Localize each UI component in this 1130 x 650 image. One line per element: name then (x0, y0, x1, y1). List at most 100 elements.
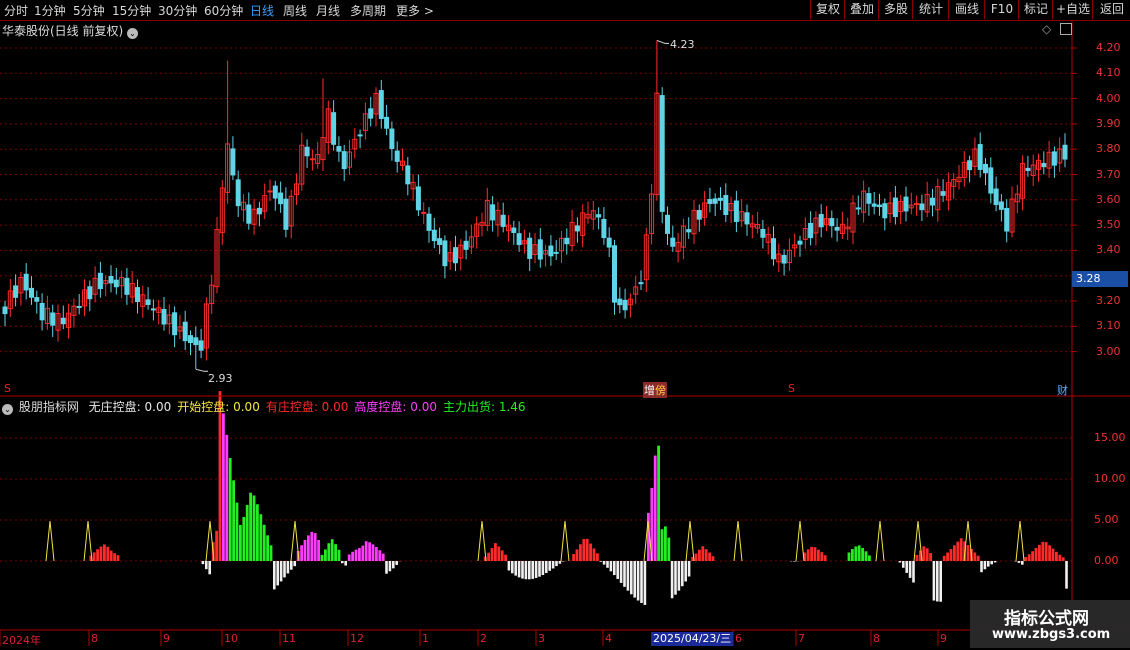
indicator-bar (704, 549, 708, 561)
indicator-bar (806, 549, 810, 561)
indicator-bar-negative (344, 561, 347, 566)
candle-body (696, 210, 702, 220)
indicator-bar (949, 548, 953, 561)
kline-chart-canvas[interactable] (0, 0, 1130, 650)
indicator-bar-negative (517, 561, 521, 578)
candle-body (283, 198, 289, 230)
indicator-bar-negative (514, 561, 517, 576)
price-tick-label: 3.40 (1096, 243, 1121, 257)
event-marker-s1[interactable]: S (4, 382, 11, 395)
indicator-bar-negative (286, 561, 290, 574)
indicator-bar-negative (341, 561, 344, 564)
candle-body (744, 212, 750, 225)
indicator-bar-negative (388, 561, 392, 572)
high-pointer (656, 39, 669, 44)
candle-body (230, 148, 236, 176)
start-control-spike (795, 520, 805, 562)
diamond-icon[interactable]: ◇ (1042, 22, 1051, 36)
indicator-bar-negative (681, 561, 684, 587)
candle-body (50, 312, 56, 326)
indicator-bar-negative (793, 561, 796, 562)
candle-body (818, 214, 824, 228)
indicator-bar (667, 537, 671, 561)
indicator-bar-negative (684, 561, 687, 582)
indicator-bar-negative (276, 561, 279, 586)
watermark-url: www.zbgs3.com (992, 627, 1111, 642)
indicator-bar (966, 545, 970, 561)
indicator-bar (317, 539, 320, 561)
indicator-bar (239, 524, 242, 561)
chevron-down-icon[interactable]: ⌄ (2, 404, 13, 415)
candle-body (23, 273, 29, 291)
indicator-bar-negative (674, 561, 677, 595)
date-label: 8 (91, 632, 98, 645)
event-marker-finance[interactable]: 财 (1057, 382, 1068, 398)
candle-body (378, 90, 384, 119)
indicator-tick-label: 10.00 (1094, 472, 1126, 485)
indicator-bar (381, 553, 385, 561)
date-label: 7 (798, 632, 805, 645)
candle-body (490, 204, 496, 221)
indicator-bar-negative (633, 561, 636, 598)
date-label: 9 (940, 632, 947, 645)
indicator-bar-negative (677, 561, 681, 591)
candle-body (977, 144, 983, 170)
cursor-date-tag: 2025/04/23/三 (651, 632, 734, 646)
indicator-bar-negative (987, 561, 990, 567)
indicator-bar (313, 533, 317, 561)
candle-body (267, 190, 273, 193)
indicator-bar (956, 541, 960, 561)
indicator-value-3: 高度控盘: 0.00 (354, 400, 437, 414)
chart-title: 华泰股份(日线 前复权) ⌄ (2, 22, 139, 39)
indicator-bar-negative (208, 561, 211, 575)
indicator-bar (711, 556, 715, 561)
indicator-bar (303, 539, 307, 561)
candle-body (357, 134, 363, 137)
indicator-bar (487, 552, 490, 561)
candle-body (235, 179, 241, 207)
candle-body (437, 238, 443, 245)
price-tick-label: 3.00 (1096, 344, 1121, 358)
event-marker-s2[interactable]: S (788, 382, 795, 395)
candle-body (866, 193, 872, 204)
indicator-bar-negative (636, 561, 640, 601)
indicator-bar (946, 552, 949, 561)
candle-body (516, 233, 522, 246)
candle-body (29, 287, 34, 298)
indicator-bar (851, 549, 854, 561)
indicator-bar-negative (623, 561, 626, 587)
candle-body (723, 195, 729, 216)
candle-body (2, 306, 8, 315)
indicator-value-0: 无庄控盘: 0.00 (88, 400, 172, 414)
candle-body (1004, 207, 1010, 232)
panel-toggle-icon[interactable] (1060, 23, 1072, 35)
indicator-bar (330, 539, 334, 561)
indicator-bar (1061, 557, 1065, 561)
candle-body (983, 163, 988, 174)
indicator-bar-negative (990, 561, 993, 565)
date-label: 9 (163, 632, 170, 645)
low-pointer (195, 368, 208, 372)
event-marker-zengchi[interactable]: 增傍 (643, 382, 667, 398)
candle-body (1051, 151, 1057, 166)
indicator-bar (245, 504, 249, 561)
candle-body (574, 225, 580, 232)
indicator-bar-negative (528, 561, 531, 580)
candle-body (797, 240, 803, 245)
candle-body (665, 214, 670, 234)
indicator-bar-negative (521, 561, 524, 579)
start-control-spike (1015, 520, 1025, 562)
indicator-bar (589, 543, 592, 561)
candle-body (993, 188, 999, 206)
indicator-bar (222, 413, 225, 561)
candle-body (368, 108, 374, 119)
chevron-down-icon[interactable]: ⌄ (127, 28, 139, 39)
candle-body (97, 272, 103, 290)
candle-body (389, 128, 395, 150)
indicator-bar (368, 542, 371, 561)
indicator-bar (215, 530, 218, 561)
indicator-bar (572, 554, 575, 561)
indicator-bar (106, 546, 110, 561)
candle-body (309, 158, 315, 161)
indicator-bar (847, 552, 851, 561)
